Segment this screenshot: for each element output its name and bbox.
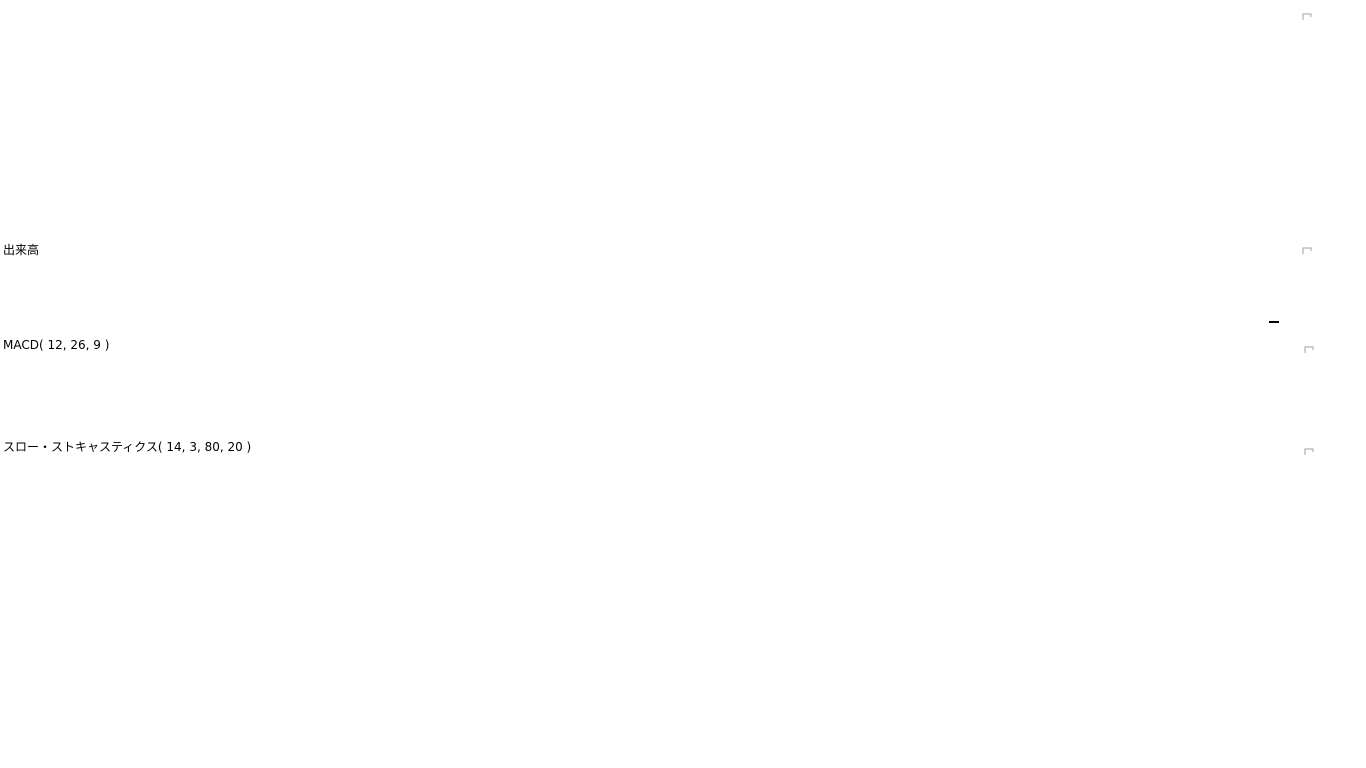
macd-panel-label: MACD( 12, 26, 9 ) — [3, 338, 109, 352]
chart-canvas: 出来高 MACD( 12, 26, 9 ) スロー・ストキャスティクス( 14, 3… — [0, 0, 1366, 768]
panel-corner-mark-1 — [1303, 248, 1311, 254]
panel-corner-mark-0 — [1303, 14, 1311, 20]
volume-multiplier-box — [1269, 321, 1279, 323]
chart-window: 出来高 MACD( 12, 26, 9 ) スロー・ストキャスティクス( 14, 3… — [0, 0, 1366, 768]
panel-corner-mark-2 — [1305, 347, 1313, 353]
panel-corner-mark-3 — [1305, 449, 1313, 455]
stochastics-panel-label: スロー・ストキャスティクス( 14, 3, 80, 20 ) — [3, 440, 251, 454]
volume-panel-label: 出来高 — [3, 242, 39, 257]
